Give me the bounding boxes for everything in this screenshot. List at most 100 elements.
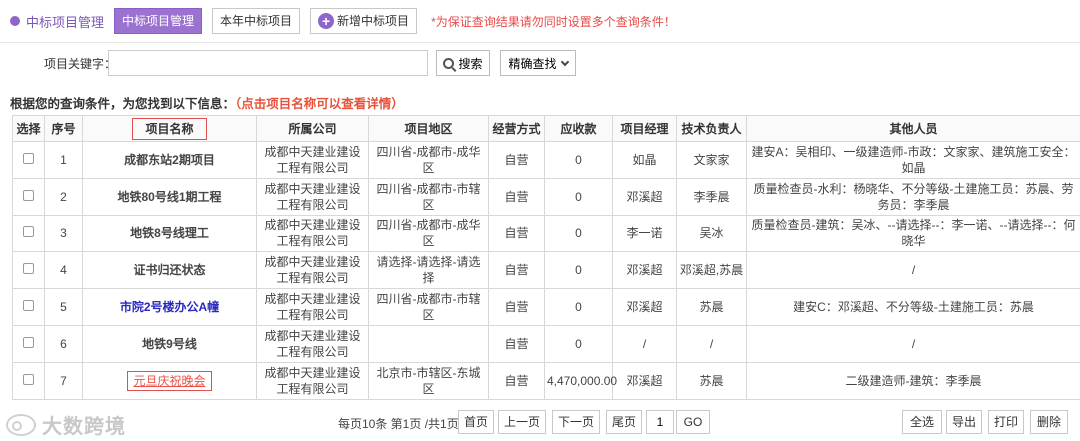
first-page-button[interactable]: 首页	[458, 410, 494, 434]
query-warning: *为保证查询结果请勿同时设置多个查询条件！	[431, 14, 676, 29]
table-row: 5 市院2号楼办公A幢 成都中天建业建设工程有限公司 四川省-成都市-市辖区 自…	[12, 288, 1080, 326]
project-name-link[interactable]: 地铁9号线	[82, 324, 257, 363]
row-number: 2	[44, 177, 83, 216]
row-checkbox[interactable]	[23, 263, 34, 275]
row-tech-lead: /	[676, 324, 747, 363]
project-name-link[interactable]: 元旦庆祝晚会	[127, 370, 212, 391]
search-input[interactable]	[108, 50, 428, 76]
table-row: 1 成都东站2期项目 成都中天建业建设工程有限公司 四川省-成都市-成华区 自营…	[12, 141, 1080, 179]
project-table: 选择 序号 项目名称 所属公司 项目地区 经营方式 应收款 项目经理 技术负责人…	[12, 115, 1080, 400]
row-number: 4	[44, 251, 83, 290]
export-button[interactable]: 导出	[946, 410, 982, 434]
search-button-label: 搜索	[458, 56, 483, 71]
row-tech-lead: 文家家	[676, 141, 747, 179]
row-other-staff: /	[746, 251, 1080, 290]
select-all-button[interactable]: 全选	[902, 410, 942, 434]
row-receivable: 0	[544, 251, 613, 290]
table-footer: 大数跨境 每页10条 第1页 /共1页 首页 上一页 下一页 尾页 GO 全选 …	[0, 408, 1080, 439]
row-checkbox[interactable]	[23, 373, 34, 385]
col-tech-lead: 技术负责人	[676, 115, 747, 142]
row-mode: 自营	[488, 361, 545, 400]
row-region: 北京市-市辖区-东城区	[368, 361, 489, 400]
result-hint: （点击项目名称可以查看详情）	[235, 97, 404, 111]
pager-info: 每页10条 第1页 /共1页	[338, 417, 459, 431]
row-other-staff: /	[746, 324, 1080, 363]
table-row: 3 地铁8号线理工 成都中天建业建设工程有限公司 四川省-成都市-成华区 自营 …	[12, 214, 1080, 253]
row-manager: 邓溪超	[612, 361, 677, 400]
row-mode: 自营	[488, 324, 545, 363]
project-name-link[interactable]: 地铁8号线理工	[82, 214, 257, 253]
row-tech-lead: 邓溪超,苏晨	[676, 251, 747, 290]
row-other-staff: 二级建造师-建筑：李季晨	[746, 361, 1080, 400]
row-receivable: 0	[544, 214, 613, 253]
tab-winning-projects[interactable]: 中标项目管理	[114, 8, 203, 34]
row-company: 成都中天建业建设工程有限公司	[256, 288, 369, 326]
row-receivable: 4,470,000.00	[544, 361, 617, 400]
row-company: 成都中天建业建设工程有限公司	[256, 251, 369, 290]
tab-this-year-projects[interactable]: 本年中标项目	[212, 8, 301, 34]
row-number: 7	[44, 361, 83, 400]
top-toolbar: 中标项目管理 中标项目管理 本年中标项目 + 新增中标项目 *为保证查询结果请勿…	[0, 0, 1080, 42]
search-label: 项目关键字：	[44, 57, 117, 71]
project-name-link[interactable]: 成都东站2期项目	[82, 141, 257, 179]
project-name-link[interactable]: 证书归还状态	[82, 251, 257, 290]
row-mode: 自营	[488, 214, 545, 253]
last-page-button[interactable]: 尾页	[606, 410, 642, 434]
row-other-staff: 质量检查员-建筑：吴冰、--请选择--：李一诺、--请选择--：何晓华	[746, 214, 1080, 253]
row-company: 成都中天建业建设工程有限公司	[256, 177, 369, 216]
col-receivable: 应收款	[544, 115, 613, 142]
print-button[interactable]: 打印	[988, 410, 1024, 434]
row-checkbox[interactable]	[23, 189, 34, 201]
header-divider	[0, 42, 1080, 43]
row-checkbox[interactable]	[23, 336, 34, 348]
row-company: 成都中天建业建设工程有限公司	[256, 214, 369, 253]
col-company: 所属公司	[256, 115, 369, 142]
search-button[interactable]: 搜索	[436, 50, 490, 76]
project-name-cell: 元旦庆祝晚会	[82, 361, 257, 400]
row-region	[368, 324, 489, 363]
project-name-link[interactable]: 地铁80号线1期工程	[82, 177, 257, 216]
project-name-link[interactable]: 市院2号楼办公A幢	[82, 288, 257, 326]
row-checkbox[interactable]	[23, 152, 34, 164]
watermark-logo: 大数跨境	[6, 410, 126, 439]
precise-search-label: 精确查找	[508, 56, 557, 71]
row-tech-lead: 李季晨	[676, 177, 747, 216]
row-receivable: 0	[544, 324, 613, 363]
row-tech-lead: 吴冰	[676, 214, 747, 253]
go-button[interactable]: GO	[676, 410, 710, 434]
row-receivable: 0	[544, 141, 613, 179]
row-tech-lead: 苏晨	[676, 288, 747, 326]
col-manager: 项目经理	[612, 115, 677, 142]
row-company: 成都中天建业建设工程有限公司	[256, 141, 369, 179]
row-region: 四川省-成都市-成华区	[368, 141, 489, 179]
col-region: 项目地区	[368, 115, 489, 142]
row-other-staff: 建安C：邓溪超、不分等级-土建施工员：苏晨	[746, 288, 1080, 326]
add-project-button[interactable]: + 新增中标项目	[310, 8, 418, 34]
module-title: 中标项目管理	[26, 14, 105, 30]
precise-search-button[interactable]: 精确查找	[500, 50, 576, 76]
prev-page-button[interactable]: 上一页	[498, 410, 546, 434]
watermark-icon	[6, 413, 36, 436]
row-tech-lead: 苏晨	[676, 361, 747, 400]
result-text: 根据您的查询条件，为您找到以下信息：	[10, 97, 236, 111]
row-checkbox[interactable]	[23, 300, 34, 312]
row-number: 3	[44, 214, 83, 253]
row-region: 四川省-成都市-市辖区	[368, 288, 489, 326]
col-mode: 经营方式	[488, 115, 545, 142]
table-row: 6 地铁9号线 成都中天建业建设工程有限公司 自营 0 / / /	[12, 324, 1080, 363]
row-other-staff: 建安A：吴相印、一级建造师-市政：文家家、建筑施工安全：如晶	[746, 141, 1080, 179]
result-summary: 根据您的查询条件，为您找到以下信息：（点击项目名称可以查看详情）	[10, 93, 404, 112]
row-checkbox[interactable]	[23, 226, 34, 238]
row-number: 5	[44, 288, 83, 326]
col-other-staff: 其他人员	[746, 115, 1080, 142]
delete-button[interactable]: 删除	[1030, 410, 1068, 434]
row-manager: 邓溪超	[612, 177, 677, 216]
next-page-button[interactable]: 下一页	[552, 410, 600, 434]
plus-icon: +	[318, 13, 335, 29]
search-bar: 项目关键字： 搜索 精确查找	[0, 48, 1080, 78]
row-mode: 自营	[488, 288, 545, 326]
col-project-name-label: 项目名称	[132, 117, 207, 140]
row-manager: 如晶	[612, 141, 677, 179]
row-receivable: 0	[544, 288, 613, 326]
page-number-input[interactable]	[646, 410, 674, 434]
